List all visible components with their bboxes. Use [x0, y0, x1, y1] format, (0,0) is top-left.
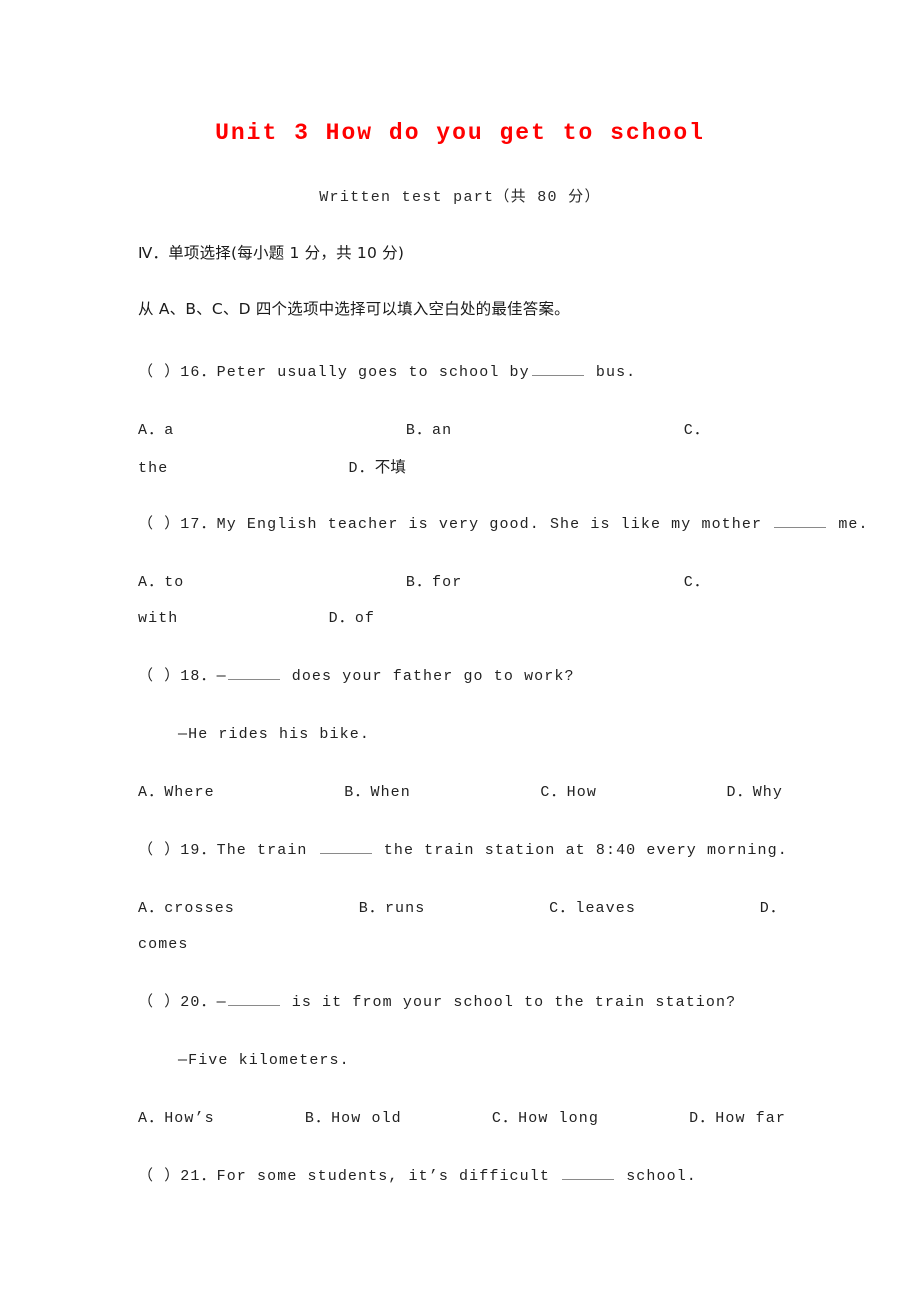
- option-17-d[interactable]: D．of: [329, 610, 375, 627]
- question-text-17-after: me.: [838, 516, 869, 533]
- question-text-19-after: the train station at 8:40 every morning.: [383, 842, 788, 859]
- option-20-d[interactable]: D．How far: [689, 1104, 786, 1134]
- option-18-a[interactable]: A．Where: [138, 778, 215, 808]
- option-16-a[interactable]: A．a: [138, 416, 174, 446]
- option-19-a[interactable]: A．crosses: [138, 894, 235, 924]
- answer-blank-17: [774, 514, 827, 528]
- option-16-c-label[interactable]: C．: [684, 416, 710, 446]
- question-options-17-line2: with D．of: [138, 604, 710, 634]
- option-20-c[interactable]: C．How long: [492, 1104, 599, 1134]
- question-options-18: A．Where B．When C．How D．Why: [138, 778, 783, 808]
- document-subtitle: Written test part（共 80 分）: [319, 189, 601, 206]
- option-20-b[interactable]: B．How old: [305, 1104, 402, 1134]
- option-17-c-label[interactable]: C．: [684, 568, 710, 598]
- option-18-d[interactable]: D．Why: [726, 778, 783, 808]
- question-stem-19: （ ）19．The train the train station at 8:4…: [138, 836, 788, 866]
- question-text-21-after: school.: [626, 1168, 697, 1185]
- document-page: Unit 3 How do you get to school Written …: [0, 0, 920, 1302]
- option-19-d-text[interactable]: comes: [138, 936, 189, 953]
- question-text-19-before: The train: [216, 842, 308, 859]
- option-19-c[interactable]: C．leaves: [549, 894, 636, 924]
- page-title: Unit 3 How do you get to school: [215, 120, 705, 146]
- question-options-17-line1: A．to B．for C．: [138, 568, 710, 598]
- option-18-b[interactable]: B．When: [344, 778, 411, 808]
- section-heading: Ⅳ．单项选择(每小题 1 分，共 10 分): [138, 244, 405, 262]
- option-17-c-text[interactable]: with: [138, 610, 178, 627]
- option-20-a[interactable]: A．How’s: [138, 1104, 215, 1134]
- question-text-18-after: does your father go to work?: [291, 668, 575, 685]
- question-marker-19: （ ）19．: [138, 842, 217, 859]
- question-stem-18: （ ）18．— does your father go to work?: [138, 662, 575, 692]
- answer-blank-16: [531, 362, 584, 376]
- section-instruction: 从 A、B、C、D 四个选项中选择可以填入空白处的最佳答案。: [138, 300, 570, 318]
- question-text-18-before: —: [216, 668, 226, 685]
- question-text-17-before: My English teacher is very good. She is …: [216, 516, 763, 533]
- option-16-b[interactable]: B．an: [406, 416, 452, 446]
- question-stem-16: （ ）16．Peter usually goes to school by bu…: [138, 358, 636, 388]
- question-options-16-line2: the D．不填: [138, 452, 710, 484]
- answer-blank-20: [227, 992, 280, 1006]
- question-marker-16: （ ）16．: [138, 364, 217, 381]
- question-text-20-before: —: [216, 994, 226, 1011]
- option-19-d-label[interactable]: D．: [760, 894, 786, 924]
- question-text-21-before: For some students, it’s difficult: [216, 1168, 550, 1185]
- answer-blank-21: [562, 1166, 615, 1180]
- question-marker-17: （ ）17．: [138, 516, 217, 533]
- question-text-16-before: Peter usually goes to school by: [216, 364, 530, 381]
- question-stem-21: （ ）21．For some students, it’s difficult …: [138, 1162, 697, 1192]
- question-answer-18: —He rides his bike.: [178, 726, 370, 743]
- question-options-19-line2: comes: [138, 930, 710, 960]
- option-16-c-text[interactable]: the: [138, 460, 168, 477]
- question-options-20: A．How’s B．How old C．How long D．How far: [138, 1104, 786, 1134]
- question-stem-20: （ ）20．— is it from your school to the tr…: [138, 988, 736, 1018]
- option-18-c[interactable]: C．How: [540, 778, 597, 808]
- answer-blank-18: [227, 666, 280, 680]
- answer-blank-19: [319, 840, 372, 854]
- question-options-16-line1: A．a B．an C．: [138, 416, 710, 446]
- option-17-b[interactable]: B．for: [406, 568, 463, 598]
- question-text-20-after: is it from your school to the train stat…: [291, 994, 737, 1011]
- question-answer-20: —Five kilometers.: [178, 1052, 350, 1069]
- question-options-19-line1: A．crosses B．runs C．leaves D．: [138, 894, 786, 924]
- question-marker-20: （ ）20．: [138, 994, 217, 1011]
- question-text-16-after: bus.: [595, 364, 637, 381]
- question-stem-17: （ ）17．My English teacher is very good. S…: [138, 510, 869, 540]
- question-marker-18: （ ）18．: [138, 668, 217, 685]
- question-marker-21: （ ）21．: [138, 1168, 217, 1185]
- option-17-a[interactable]: A．to: [138, 568, 184, 598]
- option-19-b[interactable]: B．runs: [359, 894, 426, 924]
- option-16-d[interactable]: D．不填: [349, 458, 407, 477]
